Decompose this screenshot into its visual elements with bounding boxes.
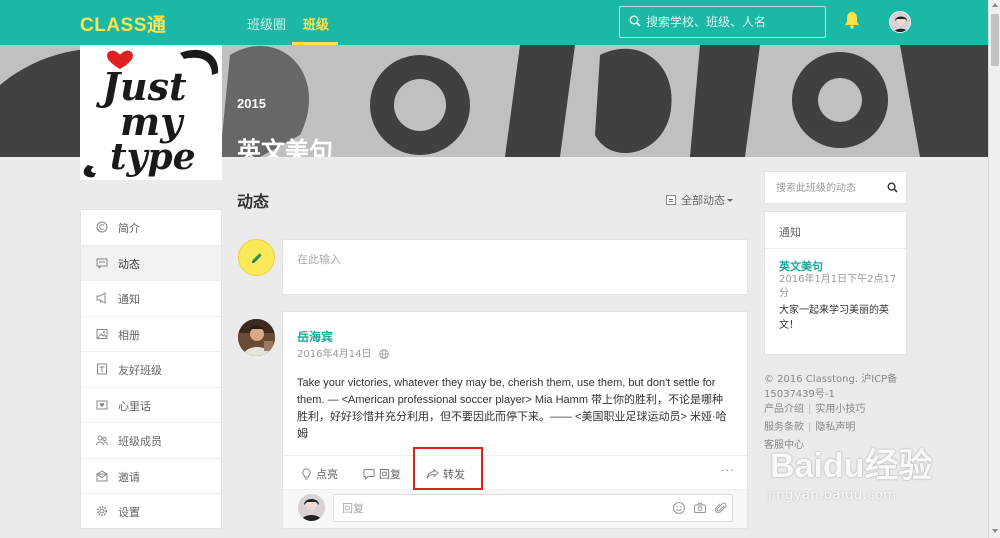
share-highlight-box <box>413 447 483 490</box>
page-scrollbar[interactable] <box>988 0 1000 538</box>
search-icon <box>629 15 641 27</box>
reply-button[interactable]: 回复 <box>363 466 401 482</box>
post-content: Take your victories, whatever they may b… <box>297 377 727 440</box>
app-logo[interactable]: CLASS通 <box>80 10 166 37</box>
globe-icon <box>378 349 389 359</box>
lightbulb-icon <box>302 468 311 480</box>
feed-post: 岳海宾 2016年4月14日 Take your victories, what… <box>282 311 748 529</box>
bell-icon[interactable] <box>842 10 862 30</box>
sidebar-item-label: 通知 <box>118 293 140 306</box>
post-date-text: 2016年4月14日 <box>297 349 372 360</box>
paperclip-icon[interactable] <box>714 501 728 515</box>
sidebar-item-label: 班级成员 <box>118 435 162 448</box>
sidebar-item-label: 设置 <box>118 506 140 519</box>
divider <box>765 248 906 249</box>
friends-class-icon <box>97 363 107 375</box>
gear-icon <box>97 506 107 516</box>
pencil-icon <box>252 253 262 263</box>
nav-class[interactable]: 班级 <box>303 14 329 33</box>
post-date: 2016年4月14日 <box>297 345 389 360</box>
current-user-avatar <box>298 494 325 521</box>
class-feed-search[interactable] <box>764 171 907 204</box>
user-avatar[interactable] <box>889 11 911 33</box>
compose-button[interactable] <box>238 239 275 276</box>
sidebar-item-label: 相册 <box>118 328 140 342</box>
footer-link-product[interactable]: 产品介绍 <box>764 404 804 415</box>
sidebar-item-label: 动态 <box>118 257 140 271</box>
logo-word-type: type <box>110 136 196 178</box>
megaphone-icon <box>96 292 106 304</box>
class-year: 2015 <box>237 96 266 111</box>
like-button[interactable]: 点亮 <box>301 466 338 482</box>
scrollbar-thumb[interactable] <box>991 14 999 66</box>
top-navbar: CLASS通 班级圈 班级 <box>0 0 988 45</box>
class-feed-search-input[interactable] <box>776 180 881 196</box>
class-logo-image: Just my type <box>80 45 222 180</box>
global-search[interactable] <box>619 6 826 38</box>
notice-body: 大家一起来学习美丽的英文！ <box>779 305 889 331</box>
class-name: 英文美句 <box>237 137 333 157</box>
emoji-icon[interactable] <box>672 501 686 515</box>
members-icon <box>96 435 108 446</box>
footer-link-tips[interactable]: 实用小技巧 <box>815 404 865 415</box>
feed-title: 动态 <box>237 192 270 211</box>
baidu-watermark: Baidu经验 jingyan.baidu.com <box>760 438 950 518</box>
global-search-input[interactable] <box>646 12 822 32</box>
reply-label: 回复 <box>379 468 401 481</box>
search-icon[interactable] <box>887 182 898 193</box>
post-author-name[interactable]: 岳海宾 <box>297 328 333 345</box>
class-sidebar-menu: 简介 动态 通知 相册 友好班级 心里话 班级成员 邀请 设置 <box>80 209 222 529</box>
compose-input[interactable]: 在此输入 <box>282 239 748 295</box>
photo-icon <box>96 328 108 339</box>
sidebar-item-friend-classes[interactable]: 友好班级 <box>81 352 221 388</box>
reply-input[interactable] <box>342 500 662 516</box>
sidebar-item-label: 邀请 <box>118 470 140 484</box>
sidebar-item-label: 简介 <box>118 222 140 235</box>
notice-card: 通知 英文美句 2016年1月1日下午2点17分 大家一起来学习美丽的英文！ <box>764 211 907 355</box>
heart-message-icon <box>96 400 108 409</box>
sidebar-item-intro[interactable]: 简介 <box>81 210 221 246</box>
scroll-up-arrow[interactable] <box>992 3 998 7</box>
scroll-down-arrow[interactable] <box>992 529 998 533</box>
sidebar-item-invite[interactable]: 邀请 <box>81 459 221 494</box>
sidebar-item-heart-talk[interactable]: 心里话 <box>81 388 221 423</box>
comment-icon <box>363 469 375 481</box>
watermark-url: jingyan.baidu.com <box>768 488 897 503</box>
sidebar-item-album[interactable]: 相册 <box>81 317 221 352</box>
footer-link-terms[interactable]: 服务条款 <box>764 422 804 433</box>
sidebar-item-settings[interactable]: 设置 <box>81 494 221 530</box>
sidebar-item-notice[interactable]: 通知 <box>81 281 221 317</box>
filter-list-icon <box>666 195 676 205</box>
camera-icon[interactable] <box>693 501 707 515</box>
sidebar-item-members[interactable]: 班级成员 <box>81 423 221 459</box>
reply-input-box[interactable] <box>333 494 733 522</box>
post-author-avatar[interactable] <box>238 319 275 356</box>
like-label: 点亮 <box>316 468 338 481</box>
copyright-icon <box>96 221 108 233</box>
reply-area <box>283 489 747 528</box>
sidebar-item-feed[interactable]: 动态 <box>81 245 221 281</box>
notice-header: 通知 <box>779 226 801 239</box>
nav-class-circle[interactable]: 班级圈 <box>247 14 286 33</box>
footer-link-privacy[interactable]: 隐私声明 <box>815 422 855 433</box>
sidebar-item-label: 心里话 <box>118 399 151 413</box>
invite-icon <box>96 469 108 481</box>
chevron-down-icon <box>727 199 733 202</box>
compose-placeholder: 在此输入 <box>297 253 341 266</box>
copyright-text: © 2016 Classtong. 沪ICP备15037439号-1 <box>764 374 898 400</box>
sidebar-item-label: 友好班级 <box>118 364 162 377</box>
feed-filter-dropdown[interactable]: 全部动态 <box>666 192 733 208</box>
notice-title[interactable]: 英文美句 <box>779 258 823 274</box>
feed-icon <box>96 258 108 269</box>
notice-date: 2016年1月1日下午2点17分 <box>779 274 897 299</box>
feed-filter-label: 全部动态 <box>681 194 725 207</box>
post-action-bar: 点亮 回复 转发 ··· <box>283 455 747 489</box>
more-options-button[interactable]: ··· <box>721 464 735 477</box>
watermark-main: Baidu经验 <box>770 447 933 485</box>
